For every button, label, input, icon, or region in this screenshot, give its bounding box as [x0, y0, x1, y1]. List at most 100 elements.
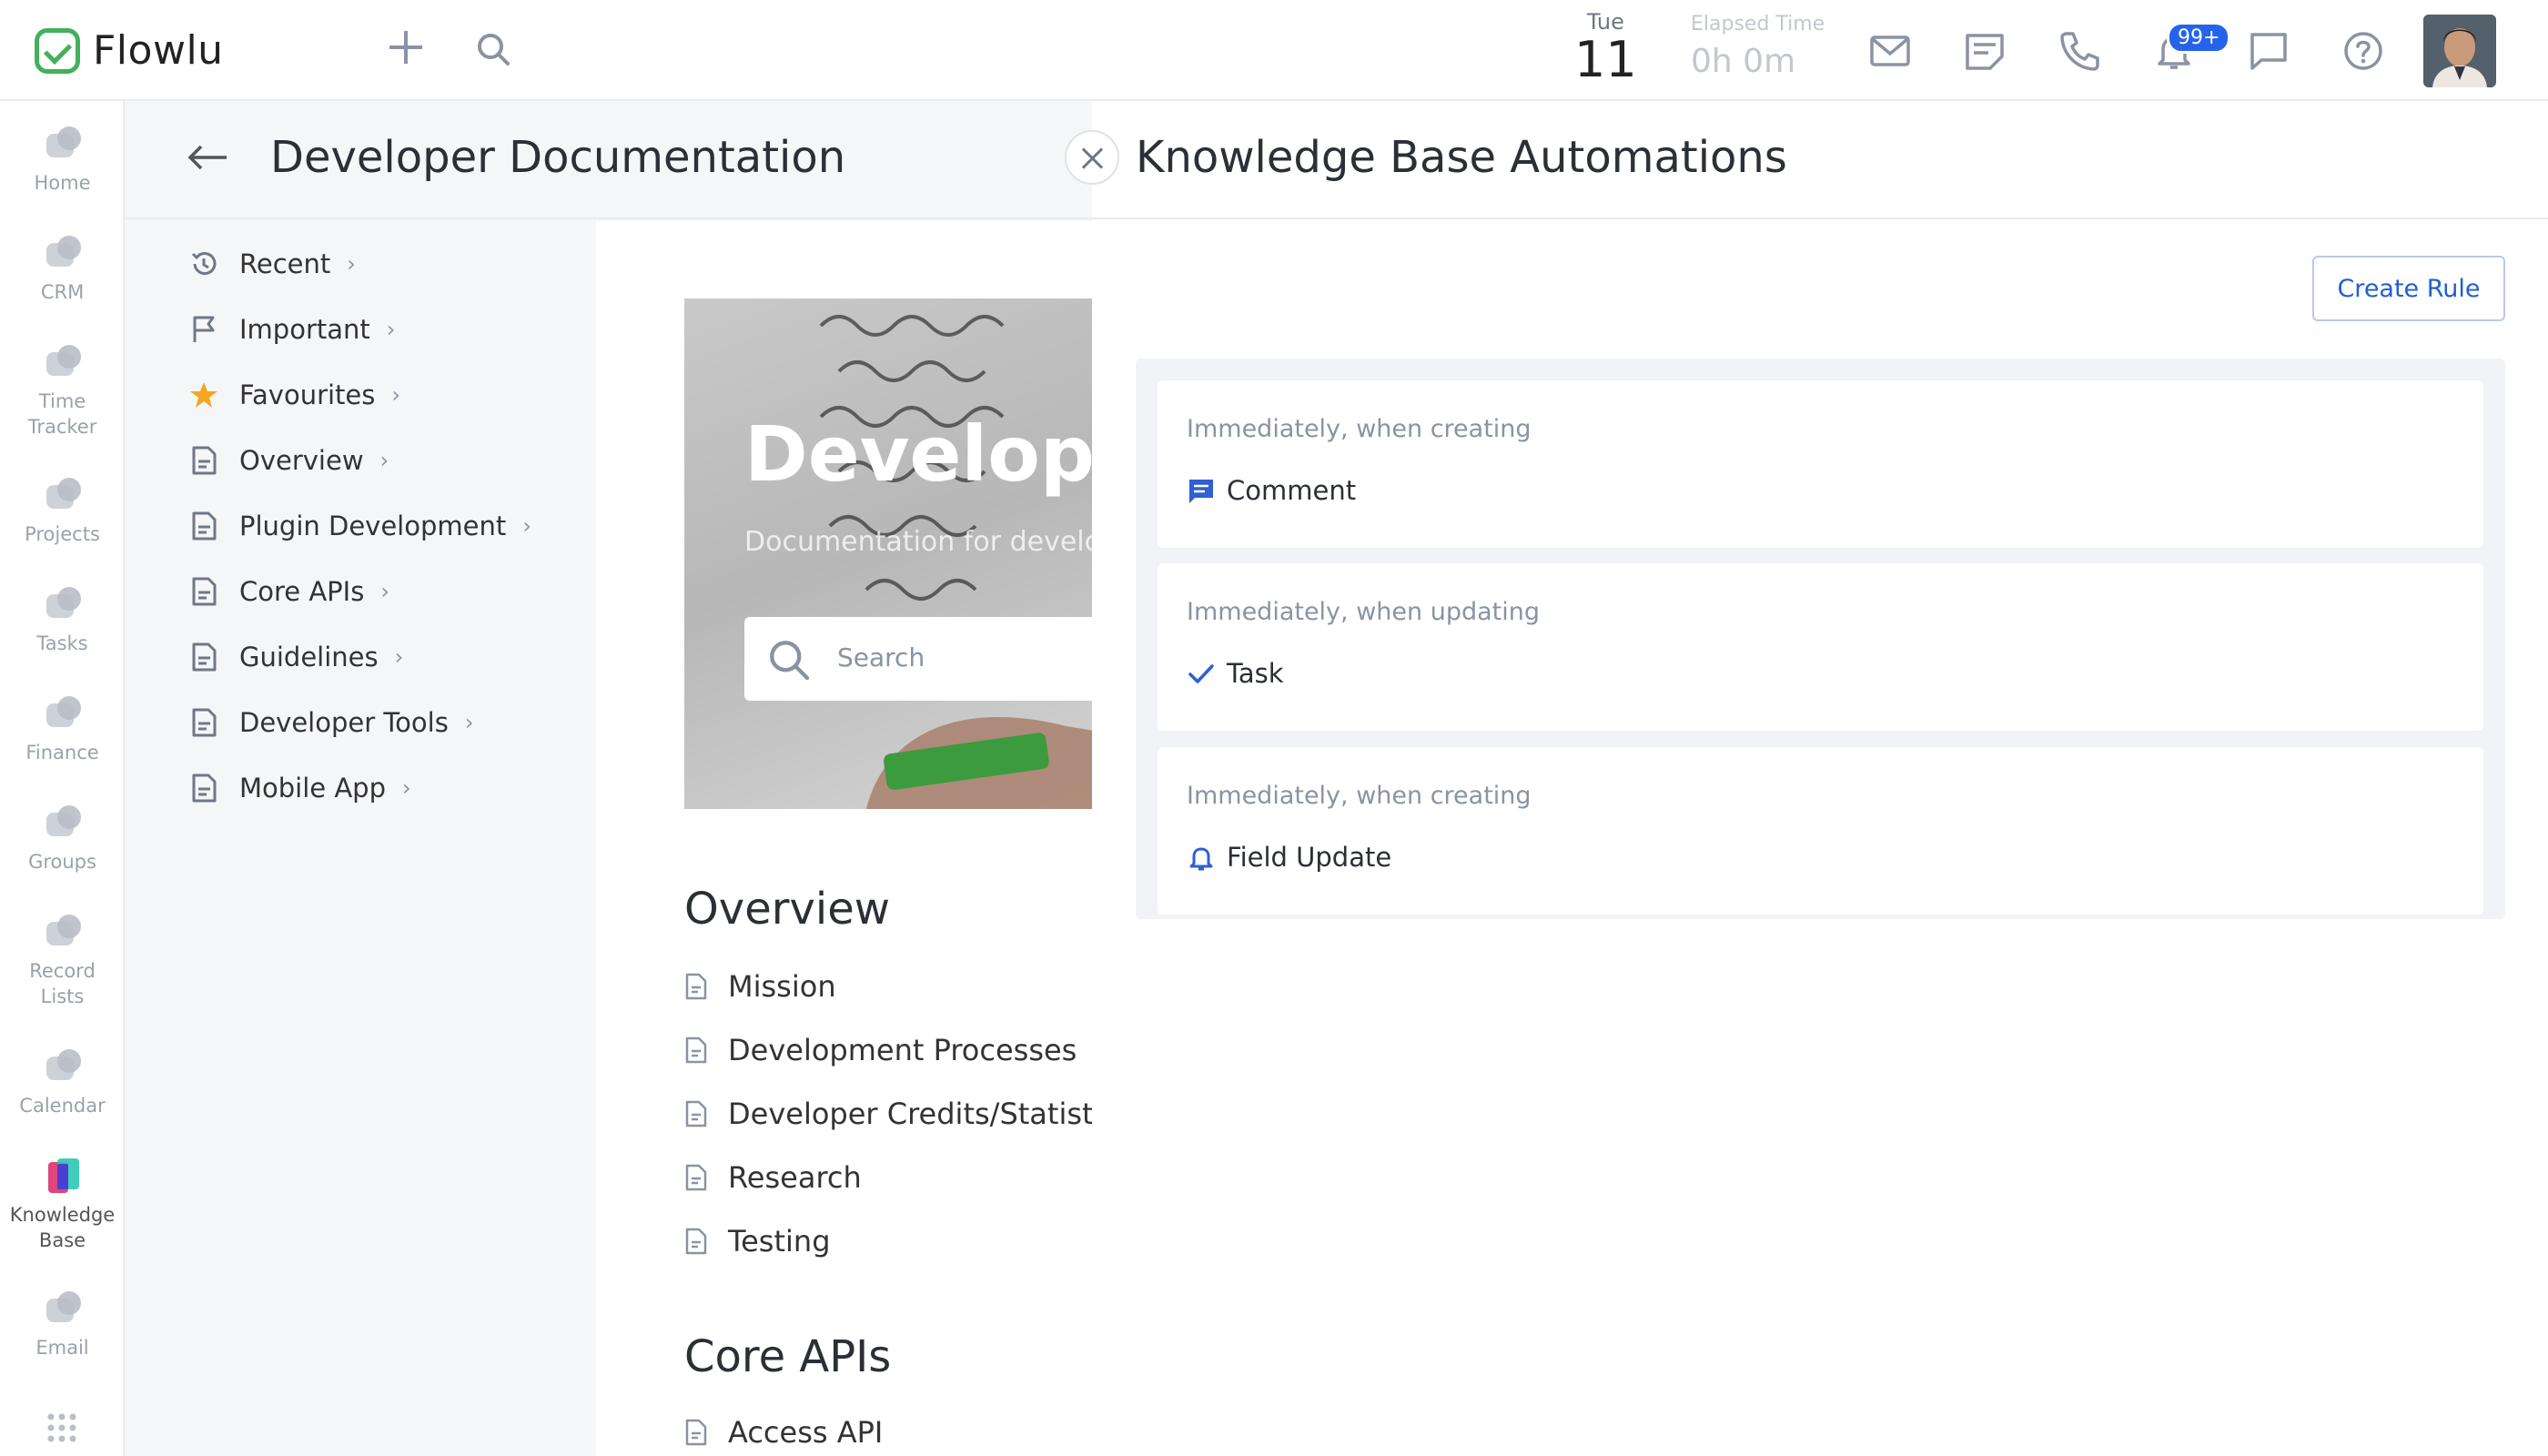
rule-card[interactable]: Immediately, when creating Comment — [1158, 380, 2483, 548]
create-rule-button[interactable]: Create Rule — [2312, 256, 2505, 321]
chevron-right-icon: › — [522, 513, 531, 539]
nav-item-projects[interactable]: Projects — [0, 476, 125, 547]
nav-item-finance[interactable]: Finance — [0, 694, 125, 765]
rule-card[interactable]: Immediately, when updating Task — [1158, 563, 2483, 731]
tree-label: Mobile App — [239, 773, 387, 804]
nav-item-home[interactable]: Home — [0, 125, 125, 196]
doc-link-label: Access API — [728, 1415, 884, 1450]
calendar-icon — [43, 1047, 83, 1087]
notes-icon[interactable] — [1963, 29, 2007, 73]
chevron-right-icon: › — [394, 644, 404, 670]
rule-action-label: Task — [1227, 658, 1284, 689]
tree-item-core-apis[interactable]: Core APIs › — [188, 576, 389, 607]
doc-link[interactable]: Mission — [684, 969, 836, 1004]
nav-item-knowledge-base[interactable]: Knowledge Base — [0, 1157, 125, 1253]
main-nav: Home CRM Time Tracker Projects Tasks Fin… — [0, 101, 125, 1456]
search-icon[interactable] — [475, 31, 511, 67]
home-icon — [43, 125, 83, 165]
nav-item-calendar[interactable]: Calendar — [0, 1047, 125, 1118]
tree-label: Important — [239, 314, 370, 345]
nav-label: Home — [34, 172, 91, 194]
section-title-overview: Overview — [684, 884, 890, 935]
knowledge-base-icon — [43, 1157, 83, 1197]
doc-tree-sidebar: Recent › Important › Favourites › Overvi… — [126, 101, 596, 1456]
chevron-right-icon: › — [386, 317, 396, 342]
nav-label: Groups — [28, 851, 96, 873]
user-avatar[interactable] — [2423, 15, 2496, 87]
elapsed-time[interactable]: Elapsed Time 0h 0m — [1691, 13, 1825, 80]
tree-item-important[interactable]: Important › — [188, 314, 395, 345]
document-icon — [192, 446, 217, 475]
doc-link[interactable]: Development Processes — [684, 1033, 1077, 1067]
nav-item-email[interactable]: Email — [0, 1289, 125, 1360]
search-placeholder: Search — [837, 642, 925, 672]
doc-link-label: Research — [728, 1160, 862, 1195]
plus-icon[interactable] — [386, 27, 426, 67]
rule-trigger: Immediately, when updating — [1187, 598, 1540, 626]
close-panel-button[interactable] — [1065, 130, 1119, 185]
tasks-icon — [43, 585, 83, 625]
tree-label: Developer Tools — [239, 707, 449, 738]
rule-card[interactable]: Immediately, when creating Field Update — [1158, 747, 2483, 915]
doc-link[interactable]: Testing — [684, 1224, 831, 1259]
chevron-right-icon: › — [402, 775, 411, 801]
date-display[interactable]: Tue 11 — [1574, 9, 1637, 87]
automations-panel: Knowledge Base Automations Create Rule I… — [1092, 101, 2548, 1456]
doc-link-label: Developer Credits/Statistic — [728, 1097, 1092, 1131]
check-icon — [1188, 664, 1214, 683]
nav-label: Knowledge Base — [9, 1204, 116, 1251]
history-icon — [191, 252, 217, 276]
nav-item-time-tracker[interactable]: Time Tracker — [0, 343, 125, 440]
tree-item-mobile-app[interactable]: Mobile App › — [188, 773, 411, 804]
date-day: 11 — [1574, 31, 1637, 88]
elapsed-time-value: 0h 0m — [1691, 43, 1796, 80]
nav-item-crm[interactable]: CRM — [0, 234, 125, 305]
time-tracker-icon — [43, 343, 83, 383]
hero-title: Developer — [744, 410, 1092, 499]
tree-item-recent[interactable]: Recent › — [188, 248, 356, 279]
tree-item-favourites[interactable]: Favourites › — [188, 379, 400, 410]
document-icon — [685, 973, 707, 1000]
tree-label: Recent — [239, 248, 331, 279]
app-logo[interactable]: Flowlu — [35, 27, 224, 74]
tree-item-guidelines[interactable]: Guidelines › — [188, 642, 403, 672]
tree-label: Core APIs — [239, 576, 365, 607]
logo-check-icon — [35, 27, 80, 74]
document-icon — [192, 774, 217, 803]
nav-label: Record Lists — [29, 960, 96, 1007]
finance-icon — [43, 694, 83, 734]
document-icon — [685, 1100, 707, 1127]
more-apps-icon[interactable] — [46, 1411, 78, 1444]
help-icon[interactable] — [2341, 29, 2385, 73]
bell-icon — [1189, 847, 1213, 871]
tree-item-overview[interactable]: Overview › — [188, 445, 389, 476]
doc-link[interactable]: Developer Credits/Statistic — [684, 1097, 1092, 1131]
document-icon — [192, 708, 217, 737]
back-arrow-icon[interactable] — [187, 141, 230, 174]
nav-item-record-lists[interactable]: Record Lists — [0, 913, 125, 1009]
nav-label: Email — [35, 1337, 89, 1359]
nav-label: Projects — [25, 523, 100, 545]
doc-header: Developer Documentation — [126, 101, 1092, 219]
phone-icon[interactable] — [2058, 29, 2101, 73]
doc-link[interactable]: Access API — [684, 1415, 883, 1450]
tree-item-plugin-development[interactable]: Plugin Development › — [188, 511, 531, 541]
chevron-right-icon: › — [347, 251, 356, 277]
nav-item-tasks[interactable]: Tasks — [0, 585, 125, 656]
rule-action: Comment — [1187, 475, 1356, 506]
panel-title: Knowledge Base Automations — [1136, 132, 1787, 183]
chat-icon[interactable] — [2247, 29, 2290, 73]
tree-label: Overview — [239, 445, 364, 476]
mail-icon[interactable] — [1868, 29, 1912, 73]
doc-link[interactable]: Research — [684, 1160, 862, 1195]
panel-header: Knowledge Base Automations — [1092, 101, 2548, 219]
groups-icon — [43, 804, 83, 844]
chevron-right-icon: › — [379, 448, 389, 473]
search-icon — [770, 641, 810, 681]
document-icon — [685, 1228, 707, 1255]
rule-trigger: Immediately, when creating — [1187, 415, 1532, 443]
tree-item-developer-tools[interactable]: Developer Tools › — [188, 707, 473, 738]
flag-icon — [193, 316, 215, 342]
nav-item-groups[interactable]: Groups — [0, 804, 125, 875]
knowledge-search-input[interactable]: Search — [744, 617, 1092, 701]
